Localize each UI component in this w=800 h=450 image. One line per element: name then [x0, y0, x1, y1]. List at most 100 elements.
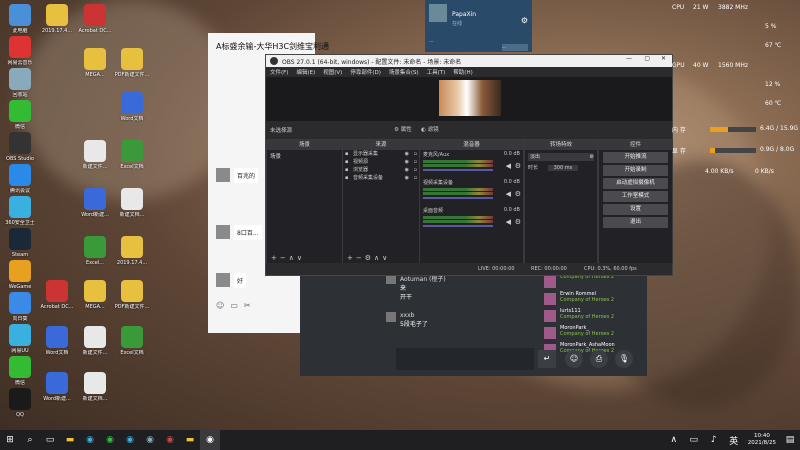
task-view-icon[interactable]: ▭ [40, 430, 60, 450]
menu-item[interactable]: 编辑(E) [296, 68, 315, 76]
remove-icon[interactable]: − [356, 254, 365, 262]
emoji-icon[interactable]: ☺ [216, 301, 224, 310]
desktop-icon[interactable]: 新建文档... [112, 188, 152, 224]
chat-input[interactable] [396, 348, 534, 370]
desktop-icon[interactable]: Excel... [75, 236, 115, 272]
eye-icon[interactable]: ◉ [405, 174, 409, 182]
folder-icon[interactable]: ▭ [230, 301, 238, 310]
control-button[interactable]: 工作室模式 [603, 191, 668, 202]
attachment-icon[interactable]: ⎙ [590, 350, 608, 368]
source-item[interactable]: ▪ 音频采集设备 ◉ ▫ [343, 174, 419, 182]
emoji-icon[interactable]: ☺ [565, 350, 583, 368]
friend-notification[interactable]: PapaXin 在线 ⚙ ... ... [425, 0, 532, 52]
volume-slider[interactable] [423, 169, 493, 171]
desktop-icon[interactable]: Acrobat DC... [37, 280, 77, 316]
transition-select[interactable]: 淡出 ⚙ [528, 153, 594, 161]
up-icon[interactable]: ∧ [289, 254, 297, 262]
desktop-icon[interactable]: 2019.17.4... [37, 4, 77, 40]
desktop-icon[interactable]: MEGA... [75, 48, 115, 84]
scissors-icon[interactable]: ✂ [244, 301, 251, 310]
game-icon[interactable]: ◉ [160, 430, 180, 450]
source-item[interactable]: ▪ 浏览器 ◉ ▫ [343, 166, 419, 174]
close-button[interactable]: ✕ [661, 55, 666, 62]
desktop-icon[interactable]: 新建文件... [75, 326, 115, 362]
desktop-icon[interactable]: Word文档 [112, 92, 152, 128]
eye-icon[interactable]: ◉ [405, 166, 409, 174]
desktop-icon[interactable]: 微信 [0, 356, 40, 392]
desktop-icon[interactable]: 腾讯会议 [0, 164, 40, 200]
send-button[interactable]: ↵ [538, 350, 556, 368]
desktop-icon[interactable]: Steam [0, 228, 40, 264]
desktop-icon[interactable]: 2019.17.4... [112, 236, 152, 272]
lock-icon[interactable]: ▫ [414, 174, 417, 182]
menu-item[interactable]: 场景集合(S) [389, 68, 419, 76]
gear-icon[interactable]: ⚙ [590, 153, 594, 161]
desktop-icon[interactable]: QQ [0, 388, 40, 424]
menu-item[interactable]: 文件(F) [270, 68, 288, 76]
control-button[interactable]: 启动虚拟摄像机 [603, 178, 668, 189]
desktop-icon[interactable]: Excel文档 [112, 326, 152, 362]
network-icon[interactable]: ▭ [684, 430, 704, 450]
lock-icon[interactable]: ▫ [414, 166, 417, 174]
gear-icon[interactable]: ⚙ [365, 254, 374, 262]
desktop-icon[interactable]: WeGame [0, 260, 40, 296]
gear-icon[interactable]: ⚙ [515, 218, 521, 226]
control-button[interactable]: 退出 [603, 217, 668, 228]
desktop-icon[interactable]: 网易UU [0, 324, 40, 360]
filters-button[interactable]: ◐ 滤镜 [421, 125, 439, 133]
eye-icon[interactable]: ◉ [405, 158, 409, 166]
ime-indicator[interactable]: 英 [724, 430, 744, 450]
desktop-icon[interactable]: Word新建... [37, 372, 77, 408]
desktop-icon[interactable]: 微信 [0, 100, 40, 136]
edge-icon[interactable]: ◉ [80, 430, 100, 450]
down-icon[interactable]: ∨ [382, 254, 390, 262]
properties-button[interactable]: ⚙ 属性 [394, 125, 412, 133]
eye-icon[interactable]: ◉ [405, 150, 409, 158]
start-button[interactable]: ⊞ [0, 430, 20, 450]
desktop-icon[interactable]: PDF新建文件... [112, 280, 152, 316]
volume-slider[interactable] [423, 225, 493, 227]
speaker-icon[interactable]: ◀ [506, 218, 511, 226]
gear-icon[interactable]: ⚙ [521, 16, 528, 25]
desktop-icon[interactable]: Excel文档 [112, 140, 152, 176]
gear-icon[interactable]: ⚙ [515, 190, 521, 198]
notification-button[interactable]: ... [502, 44, 528, 51]
control-button[interactable]: 开始录制 [603, 165, 668, 176]
menu-item[interactable]: 视图(V) [323, 68, 342, 76]
desktop-icon[interactable]: 360安全卫士 [0, 196, 40, 232]
menu-item[interactable]: 帮助(H) [453, 68, 472, 76]
remove-icon[interactable]: − [280, 254, 289, 262]
steam-icon[interactable]: ◉ [140, 430, 160, 450]
chevron-up-icon[interactable]: ∧ [664, 430, 684, 450]
gear-icon[interactable]: ⚙ [515, 162, 521, 170]
member-item[interactable]: Erwin Rommel Company of Heroes 2 [542, 291, 642, 308]
control-button[interactable]: 设置 [603, 204, 668, 215]
lock-icon[interactable]: ▫ [414, 150, 417, 158]
down-icon[interactable]: ∨ [297, 254, 305, 262]
add-icon[interactable]: + [347, 254, 356, 262]
desktop-icon[interactable]: 网易云音乐 [0, 36, 40, 72]
file-explorer-icon[interactable]: ▬ [60, 430, 80, 450]
member-item[interactable]: MoronPark_ Company of Heroes 2 [542, 325, 642, 342]
desktop-icon[interactable]: PDF新建文件... [112, 48, 152, 84]
wechat-icon[interactable]: ◉ [100, 430, 120, 450]
desktop-icon[interactable]: Word文档 [37, 326, 77, 362]
speaker-icon[interactable]: ◀ [506, 162, 511, 170]
source-item[interactable]: ▪ 显示器采集 ◉ ▫ [343, 150, 419, 158]
duration-input[interactable]: 300 ms [547, 165, 579, 171]
member-item[interactable]: lurts111 Company of Heroes 2 [542, 308, 642, 325]
search-icon[interactable]: ⌕ [20, 430, 40, 450]
source-item[interactable]: ▪ 视频源 ◉ ▫ [343, 158, 419, 166]
lock-icon[interactable]: ▫ [414, 158, 417, 166]
up-icon[interactable]: ∧ [374, 254, 382, 262]
add-icon[interactable]: + [271, 254, 280, 262]
speaker-icon[interactable]: ◀ [506, 190, 511, 198]
notification-icon[interactable]: ▤ [780, 430, 800, 450]
clock[interactable]: 10:40 2021/8/25 [744, 433, 780, 447]
minimize-button[interactable]: — [626, 55, 632, 62]
desktop-icon[interactable]: 回收站 [0, 68, 40, 104]
desktop-icon[interactable]: Acrobat DC... [75, 4, 115, 40]
desktop-icon[interactable]: 新建文档... [75, 372, 115, 408]
control-button[interactable]: 开始推流 [603, 152, 668, 163]
volume-icon[interactable]: ♪ [704, 430, 724, 450]
